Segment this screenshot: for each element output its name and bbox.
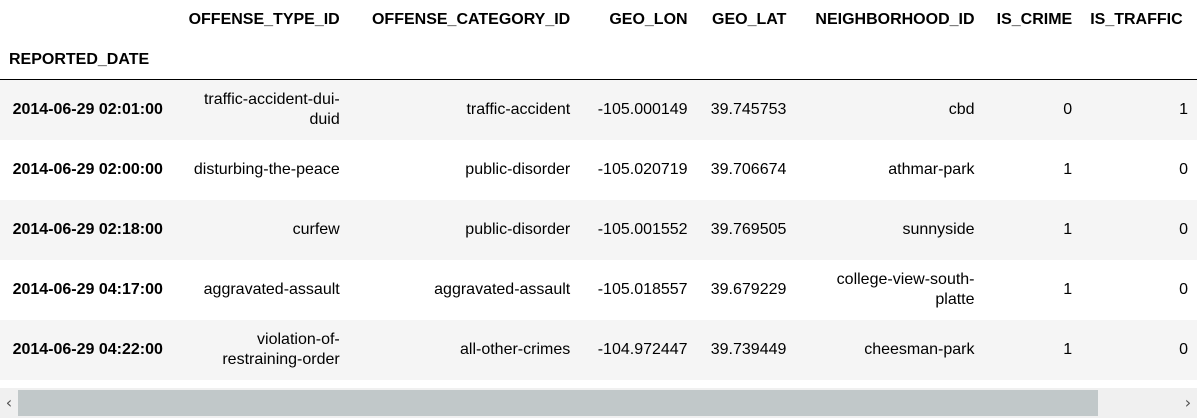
index-name-header: REPORTED_DATE <box>9 50 150 68</box>
table-row: 2014-06-29 02:01:00 traffic-accident-dui… <box>0 79 1197 140</box>
table-cell: college-view-south-platte <box>836 270 975 308</box>
table-cell: traffic-accident-dui-duid <box>203 90 340 128</box>
table-row: 2014-06-29 02:18:00 curfew public-disord… <box>0 199 1197 260</box>
row-index: 2014-06-29 04:17:00 <box>12 280 163 298</box>
table-cell: 0 <box>1179 280 1188 298</box>
empty-header-cell <box>172 40 349 80</box>
table-cell: 1 <box>1063 280 1073 298</box>
table-cell: disturbing-the-peace <box>193 160 340 178</box>
empty-header-cell <box>795 40 983 80</box>
column-header-row: OFFENSE_TYPE_ID OFFENSE_CATEGORY_ID GEO_… <box>0 0 1197 40</box>
table-cell: -105.000149 <box>597 100 688 118</box>
table-cell: 39.679229 <box>710 280 787 298</box>
table-cell: public-disorder <box>465 160 571 178</box>
table-cell: aggravated-assault <box>434 280 571 298</box>
table-cell: 39.739449 <box>710 340 787 358</box>
empty-header-cell <box>697 40 796 80</box>
column-header: IS_CRIME <box>996 11 1073 28</box>
column-header: GEO_LAT <box>712 11 787 28</box>
empty-header-cell <box>984 40 1082 80</box>
table-cell: 0 <box>1063 100 1073 118</box>
table-cell: 0 <box>1179 340 1188 358</box>
table-row: 2014-06-29 04:22:00 violation-of-restrai… <box>0 319 1197 380</box>
column-header: IS_TRAFFIC <box>1090 11 1183 28</box>
column-header: OFFENSE_CATEGORY_ID <box>371 11 571 28</box>
table-cell: -104.972447 <box>597 340 688 358</box>
empty-header-cell <box>579 40 696 80</box>
row-index: 2014-06-29 04:22:00 <box>12 340 163 358</box>
table-cell: -105.001552 <box>597 220 688 238</box>
table-cell: cheesman-park <box>864 340 975 358</box>
table-cell: sunnyside <box>902 220 975 238</box>
table-cell: 0 <box>1179 160 1188 178</box>
column-header: NEIGHBORHOOD_ID <box>815 11 975 28</box>
table-cell: -105.020719 <box>597 160 688 178</box>
table-cell: 39.745753 <box>710 100 787 118</box>
table-cell: 39.706674 <box>710 160 787 178</box>
empty-header-cell <box>1081 40 1197 80</box>
column-header: GEO_LON <box>609 11 688 28</box>
row-index: 2014-06-29 02:00:00 <box>12 160 163 178</box>
row-index: 2014-06-29 02:18:00 <box>12 220 163 238</box>
table-cell: violation-of-restraining-order <box>222 330 340 368</box>
chevron-left-icon[interactable]: ‹ <box>0 388 18 418</box>
horizontal-scrollbar[interactable]: ‹ › <box>0 388 1197 418</box>
table-cell: public-disorder <box>465 220 571 238</box>
table-cell: 1 <box>1063 160 1073 178</box>
table-cell: 1 <box>1179 100 1188 118</box>
table-cell: traffic-accident <box>466 100 571 118</box>
table-cell: all-other-crimes <box>459 340 571 358</box>
empty-header-cell <box>349 40 580 80</box>
scrollbar-track[interactable] <box>18 388 1179 418</box>
table-cell: -105.018557 <box>597 280 688 298</box>
table-row: 2014-06-29 02:00:00 disturbing-the-peace… <box>0 140 1197 200</box>
dataframe-viewport: OFFENSE_TYPE_ID OFFENSE_CATEGORY_ID GEO_… <box>0 0 1197 388</box>
table-cell: 1 <box>1063 220 1073 238</box>
table-cell: aggravated-assault <box>203 280 340 298</box>
table-cell: 0 <box>1179 220 1188 238</box>
chevron-right-icon[interactable]: › <box>1179 388 1197 418</box>
column-header: OFFENSE_TYPE_ID <box>188 11 340 28</box>
table-cell: cbd <box>948 100 975 118</box>
dataframe-table: OFFENSE_TYPE_ID OFFENSE_CATEGORY_ID GEO_… <box>0 0 1197 380</box>
table-cell: 1 <box>1063 340 1073 358</box>
table-cell: curfew <box>292 220 340 238</box>
row-index: 2014-06-29 02:01:00 <box>12 100 163 118</box>
scrollbar-thumb[interactable] <box>18 390 1098 416</box>
index-name-row: REPORTED_DATE <box>0 40 1197 80</box>
table-cell: 39.769505 <box>710 220 787 238</box>
corner-cell <box>0 0 172 40</box>
table-row: 2014-06-29 04:17:00 aggravated-assault a… <box>0 260 1197 320</box>
table-cell: athmar-park <box>888 160 975 178</box>
